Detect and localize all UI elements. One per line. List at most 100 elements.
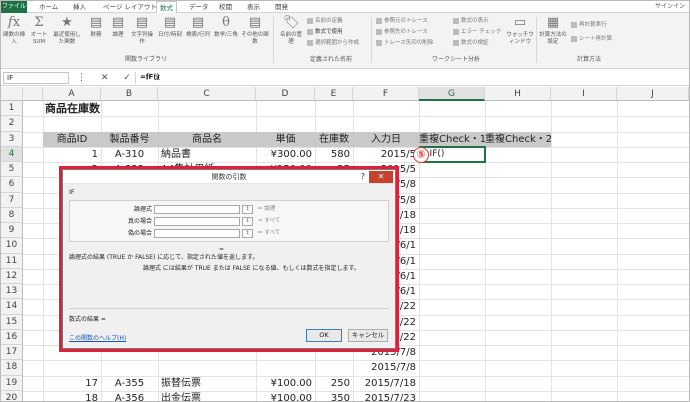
column-header-f[interactable]: F (353, 87, 419, 101)
collapse-dialog-icon[interactable]: ↥ (242, 229, 253, 238)
cell-product-id[interactable]: 17 (43, 376, 101, 391)
row-header-15[interactable]: 15 (1, 314, 23, 330)
cell-price[interactable]: ¥300.00 (256, 147, 315, 162)
recent-functions-button[interactable]: ★ 最近使用した関数 (53, 15, 81, 46)
row-header-14[interactable]: 14 (1, 299, 23, 315)
cell-stock[interactable] (315, 360, 353, 375)
tab-developer[interactable]: 開発 (275, 1, 288, 13)
ok-button[interactable]: OK (306, 329, 342, 342)
calc-options-button[interactable]: ▦ 計算方法の設定 (539, 15, 567, 46)
column-header-e[interactable]: E (315, 87, 353, 101)
cell-price[interactable] (256, 360, 315, 375)
financial-button[interactable]: ▤ 財務 (85, 15, 107, 39)
row-header-12[interactable]: 12 (1, 268, 23, 284)
tab-insert[interactable]: 挿入 (73, 1, 86, 13)
insert-function-button[interactable]: 𝑓x 関数の挿入 (3, 15, 25, 46)
name-box[interactable]: IF (3, 72, 69, 84)
tab-page-layout[interactable]: ページ レイアウト (103, 1, 157, 13)
close-icon[interactable]: ✕ (369, 171, 393, 183)
header-cell[interactable]: 商品ID (43, 131, 101, 147)
cell-product-name[interactable]: 納品書 (158, 147, 256, 162)
cancel-button[interactable]: キャンセル (348, 329, 388, 342)
watch-window-button[interactable]: ▭ ウォッチウィンドウ (506, 15, 534, 46)
cell-product-name[interactable] (158, 360, 256, 375)
cell-stock[interactable]: 580 (315, 147, 353, 162)
logical-test-input[interactable] (154, 205, 240, 214)
header-cell[interactable]: 商品名 (158, 131, 256, 147)
lookup-button[interactable]: ▤ 検索/行列 (185, 15, 211, 39)
cell-product-code[interactable]: A-310 (101, 147, 158, 162)
row-header-9[interactable]: 9 (1, 223, 23, 239)
column-header-h[interactable]: H (485, 87, 551, 101)
column-header-i[interactable]: I (551, 87, 617, 101)
tab-data[interactable]: データ (189, 1, 209, 13)
collapse-dialog-icon[interactable]: ↥ (242, 217, 253, 226)
header-cell[interactable]: 重複Check・2 (485, 131, 551, 147)
tab-view[interactable]: 表示 (247, 1, 260, 13)
datetime-button[interactable]: ▤ 日付/時刻 (157, 15, 183, 39)
trace-dependents-button[interactable]: 参照先のトレース (376, 28, 428, 36)
row-header-20[interactable]: 20 (1, 390, 23, 401)
header-cell[interactable]: 在庫数 (315, 131, 353, 147)
header-cell[interactable]: 重複Check・1 (419, 131, 485, 147)
column-header-g[interactable]: G (419, 87, 485, 101)
logical-button[interactable]: ▤ 論理 (107, 15, 129, 39)
row-header-8[interactable]: 8 (1, 207, 23, 223)
column-header-j[interactable]: J (617, 87, 689, 101)
help-icon[interactable]: ? (361, 170, 365, 184)
text-button[interactable]: ▤ 文字列操作 (129, 15, 155, 46)
column-header-a[interactable]: A (43, 87, 101, 101)
row-header-7[interactable]: 7 (1, 192, 23, 208)
cell-price[interactable]: ¥100.00 (256, 376, 315, 391)
autosum-button[interactable]: Σ オート SUM (28, 15, 50, 46)
cell-date[interactable]: 2015/7/23 (353, 391, 419, 401)
value-if-false-input[interactable] (154, 229, 240, 238)
header-cell[interactable]: 単価 (256, 131, 315, 147)
cell-date[interactable]: 2015/5 (353, 147, 419, 162)
column-header-c[interactable]: C (158, 87, 256, 101)
function-help-link[interactable]: この関数のヘルプ(H) (69, 333, 126, 342)
row-header-6[interactable]: 6 (1, 177, 23, 193)
calc-sheet-button[interactable]: シート再計算 (571, 35, 612, 43)
row-header-19[interactable]: 19 (1, 375, 23, 391)
cell-product-id[interactable]: 18 (43, 391, 101, 401)
collapse-dialog-icon[interactable]: ↥ (242, 205, 253, 214)
row-header-16[interactable]: 16 (1, 329, 23, 345)
row-header-10[interactable]: 10 (1, 238, 23, 254)
math-button[interactable]: θ 数学/三角 (213, 15, 239, 39)
cell-product-code[interactable]: A-355 (101, 376, 158, 391)
cell-product-code[interactable]: A-356 (101, 391, 158, 401)
header-cell[interactable]: 入力日 (353, 131, 419, 147)
cell-stock[interactable]: 250 (315, 376, 353, 391)
row-header-17[interactable]: 17 (1, 345, 23, 361)
row-header-4[interactable]: 4 (1, 146, 23, 162)
cell-price[interactable]: ¥100.00 (256, 391, 315, 401)
signin-link[interactable]: サインイン (655, 1, 685, 13)
column-header-d[interactable]: D (256, 87, 315, 101)
define-name-button[interactable]: 名前の定義 (307, 17, 343, 25)
row-header-11[interactable]: 11 (1, 253, 23, 269)
cell-stock[interactable]: 350 (315, 391, 353, 401)
row-header-18[interactable]: 18 (1, 360, 23, 376)
row-header-3[interactable]: 3 (1, 131, 23, 147)
show-formulas-button[interactable]: 数式の表示 (453, 17, 489, 25)
trace-precedents-button[interactable]: 参照元のトレース (376, 17, 428, 25)
cell-product-id[interactable]: 1 (43, 147, 101, 162)
error-check-button[interactable]: エラー チェック (453, 28, 501, 36)
name-manager-button[interactable]: 🏷 名前の管理 (279, 15, 303, 46)
sheet-title[interactable]: 商品在庫数 (43, 101, 163, 116)
cell-product-id[interactable] (43, 360, 101, 375)
tab-file[interactable]: ファイル (1, 1, 27, 13)
more-functions-button[interactable]: ▤ その他の関数 (241, 15, 269, 46)
remove-arrows-button[interactable]: トレース矢印の削除 (376, 39, 433, 47)
column-header-b[interactable]: B (101, 87, 158, 101)
cell-product-name[interactable]: 出金伝票 (158, 391, 256, 401)
evaluate-formula-button[interactable]: 数式の検証 (453, 39, 489, 47)
cell-date[interactable]: 2015/7/18 (353, 376, 419, 391)
cell-product-name[interactable]: 振替伝票 (158, 376, 256, 391)
row-header-1[interactable]: 1 (1, 101, 23, 117)
header-cell[interactable]: 製品番号 (101, 131, 158, 147)
calc-now-button[interactable]: 再計算実行 (571, 21, 607, 29)
cell-date[interactable]: 2015/7/8 (353, 360, 419, 375)
cell-product-code[interactable] (101, 360, 158, 375)
